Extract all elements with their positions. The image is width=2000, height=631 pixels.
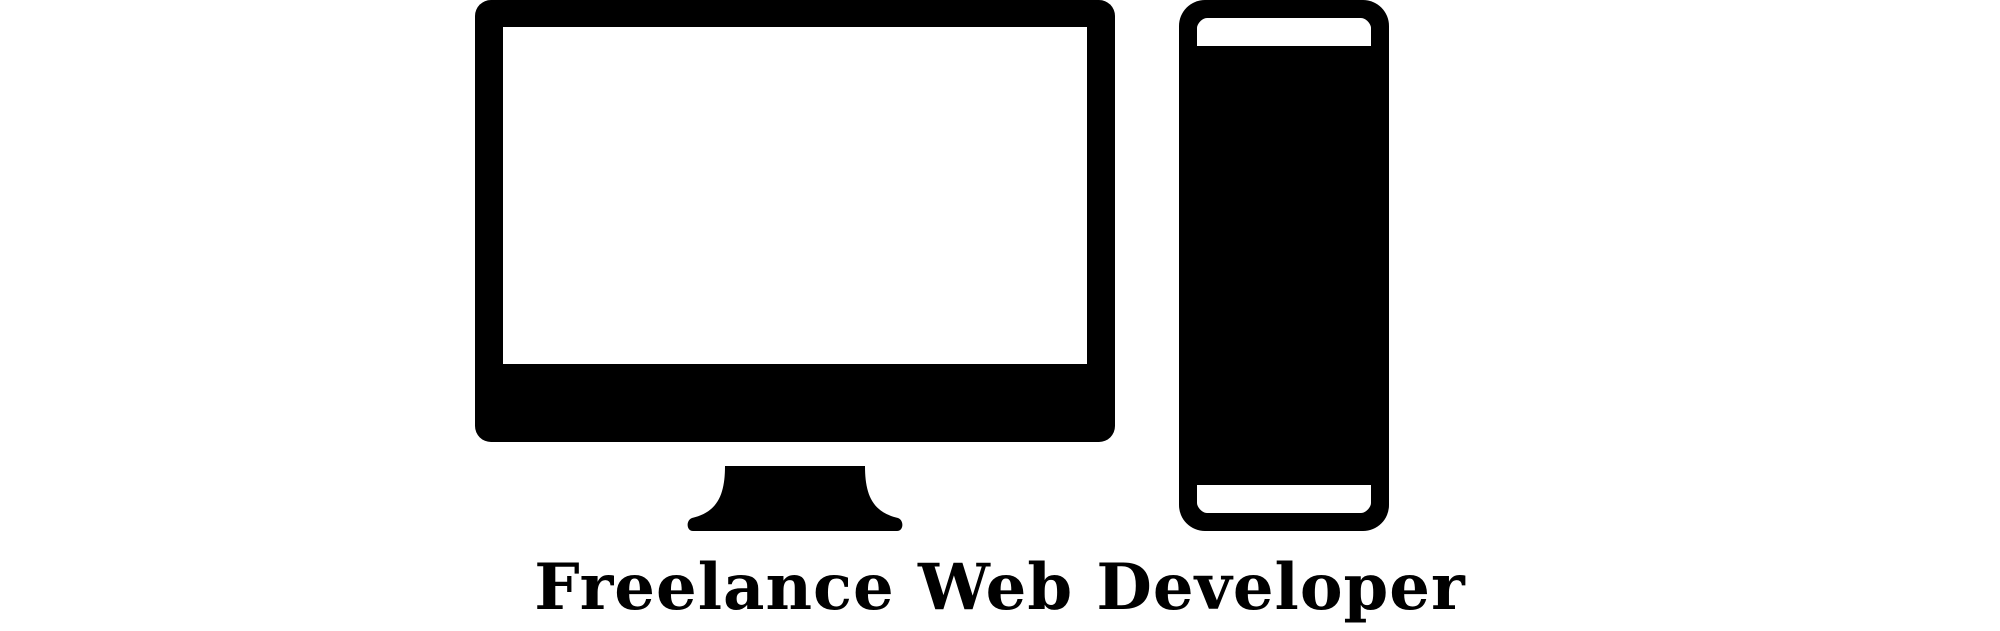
monitor-screen: [503, 27, 1087, 364]
monitor-stand: [687, 466, 903, 531]
tower-top-slot: [1197, 18, 1371, 46]
tower-pc-icon: [1179, 0, 1389, 531]
logo-graphic: [475, 0, 1389, 531]
tower-bottom-slot: [1197, 485, 1371, 513]
logo-tagline: Freelance Web Developer: [534, 550, 1466, 625]
monitor-icon: [475, 0, 1115, 531]
logo-canvas: Freelance Web Developer: [0, 0, 2000, 631]
